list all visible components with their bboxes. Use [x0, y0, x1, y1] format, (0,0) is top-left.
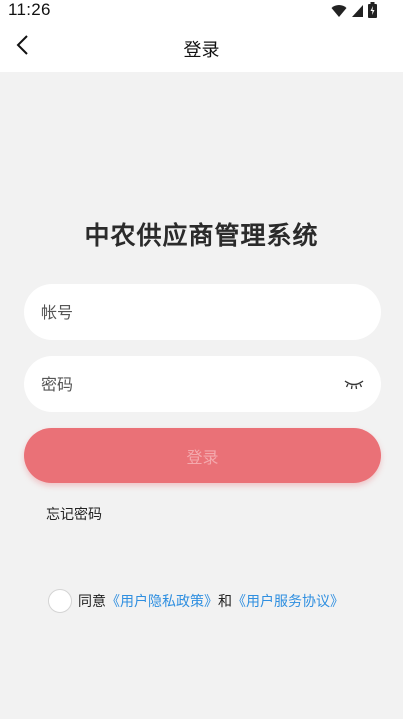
- battery-icon: [368, 2, 377, 22]
- page-title: 登录: [183, 40, 220, 61]
- password-field[interactable]: [24, 356, 381, 412]
- status-bar: 11:26: [0, 0, 403, 22]
- account-field[interactable]: [24, 284, 381, 340]
- wifi-icon: [331, 3, 347, 22]
- agree-prefix: 同意: [78, 594, 106, 610]
- app-title: 中农供应商管理系统: [84, 221, 319, 250]
- status-time: 11:26: [8, 0, 51, 19]
- eye-closed-icon[interactable]: [343, 374, 365, 394]
- account-input[interactable]: [41, 302, 311, 322]
- service-agreement-link[interactable]: 《用户服务协议》: [232, 591, 344, 611]
- password-input[interactable]: [41, 374, 311, 394]
- signal-icon: [351, 3, 364, 22]
- nav-bar: 登录: [0, 22, 403, 72]
- agree-checkbox[interactable]: [48, 589, 72, 613]
- privacy-policy-link[interactable]: 《用户隐私政策》: [106, 591, 218, 611]
- login-button[interactable]: 登录: [24, 428, 381, 483]
- agree-conjunction: 和: [218, 594, 232, 610]
- forgot-password-link[interactable]: 忘记密码: [46, 504, 102, 524]
- agreement-row: 同意 《用户隐私政策》 和 《用户服务协议》: [48, 589, 344, 613]
- status-icons: [331, 2, 377, 22]
